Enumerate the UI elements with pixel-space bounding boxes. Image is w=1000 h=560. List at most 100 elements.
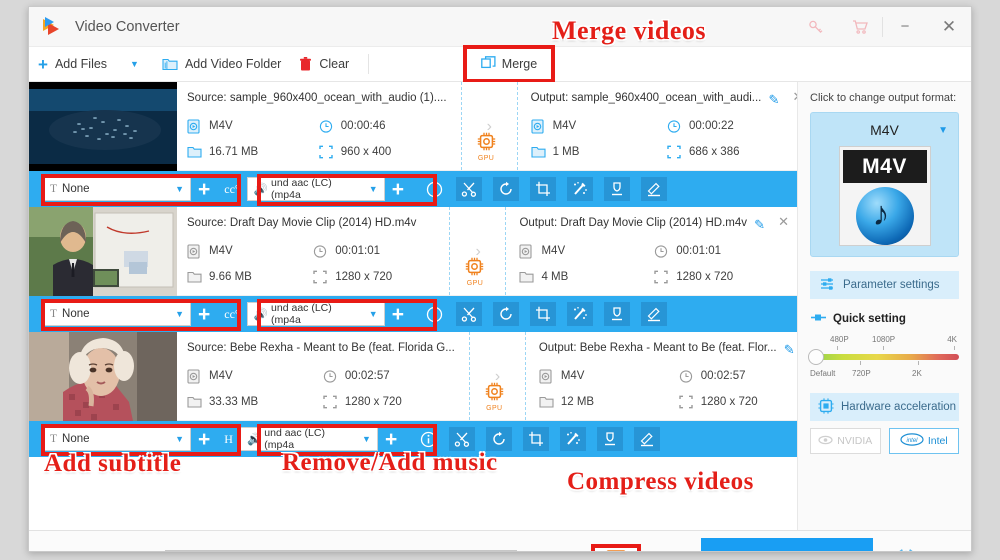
schedule-alarm-icon[interactable]: [895, 547, 917, 551]
cut-icon[interactable]: [455, 177, 482, 201]
subtitle-select[interactable]: T None ▼: [43, 177, 191, 201]
merge-label: Merge: [501, 57, 538, 71]
add-music-button[interactable]: +: [378, 429, 404, 450]
meta-size-value: 16.71 MB: [209, 146, 259, 158]
edit-output-name-icon[interactable]: ✎: [768, 92, 779, 108]
edit-output-name-icon[interactable]: ✎: [754, 217, 765, 233]
cut-icon[interactable]: [449, 427, 476, 451]
meta-size: 1 MB: [531, 139, 667, 165]
output-settings-sidebar: Click to change output format: M4V ▼ M4V…: [797, 82, 971, 530]
source-panel: Source: Draft Day Movie Clip (2014) HD.m…: [177, 207, 447, 295]
meta-duration-value: 00:01:01: [335, 245, 380, 257]
add-subtitle-button[interactable]: +: [191, 179, 217, 200]
subtitle-edit-icon[interactable]: [634, 427, 661, 451]
subtitle-edit-icon[interactable]: [640, 302, 667, 326]
output-folder-input[interactable]: D:\video and audio\movie ▼: [164, 550, 517, 551]
audio-select[interactable]: 🔊 und aac (LC) (mp4a ▼: [246, 177, 385, 201]
file-action-bar: T None ▼ + cc° 🔊 und aac (LC) (mp4a ▼ +: [29, 296, 797, 332]
cc-icon[interactable]: cc°: [217, 307, 246, 322]
add-files-button[interactable]: + Add Files: [29, 47, 116, 81]
meta-size: 12 MB: [539, 389, 679, 415]
output-panel: Output: sample_960x400_ocean_with_audi..…: [521, 82, 812, 170]
add-subtitle-button[interactable]: +: [191, 429, 217, 450]
meta-format-value: M4V: [552, 120, 577, 132]
key-icon[interactable]: [794, 7, 838, 47]
output-panel: Output: Bebe Rexha - Meant to Be (feat. …: [529, 332, 827, 420]
tick-1080p: 1080P: [872, 335, 896, 344]
clear-button[interactable]: Clear: [290, 47, 358, 81]
watermark-icon[interactable]: [603, 177, 630, 201]
browse-folder-icon[interactable]: [529, 550, 551, 552]
meta-duration: 00:01:01: [654, 238, 789, 264]
chevron-down-icon[interactable]: ▼: [938, 125, 948, 136]
effect-icon[interactable]: [566, 302, 593, 326]
meta-resolution-value: 1280 x 720: [344, 396, 402, 408]
add-files-dropdown-icon[interactable]: ▼: [116, 59, 153, 69]
rotate-icon[interactable]: [492, 302, 519, 326]
file-row[interactable]: Source: Draft Day Movie Clip (2014) HD.m…: [29, 207, 797, 296]
meta-format-value: M4V: [209, 370, 233, 382]
meta-duration-value: 00:01:01: [676, 245, 721, 257]
gpu-nvidia-option[interactable]: NVIDIA: [810, 428, 881, 454]
crop-icon[interactable]: [523, 427, 550, 451]
run-button[interactable]: Run: [700, 538, 873, 551]
meta-size-value: 1 MB: [552, 146, 580, 158]
rotate-icon[interactable]: [492, 177, 519, 201]
merge-button[interactable]: Merge: [480, 55, 538, 73]
format-selector[interactable]: M4V ▼: [819, 119, 950, 141]
info-icon[interactable]: [425, 302, 445, 326]
effect-icon[interactable]: [560, 427, 587, 451]
add-video-folder-button[interactable]: Add Video Folder: [153, 47, 290, 81]
effect-icon[interactable]: [566, 177, 593, 201]
file-row[interactable]: Source: sample_960x400_ocean_with_audio …: [29, 82, 803, 171]
parameter-settings-button[interactable]: Parameter settings: [810, 271, 959, 299]
quick-setting-header: Quick setting: [810, 313, 959, 325]
audio-select[interactable]: 🔊 und aac (LC) (mp4a ▼: [239, 427, 378, 451]
cart-icon[interactable]: [838, 7, 882, 47]
format-thumbnail: M4V ♪: [838, 146, 931, 246]
cc-icon[interactable]: cc°: [217, 182, 246, 197]
file-row[interactable]: Source: Bebe Rexha - Meant to Be (feat. …: [29, 332, 819, 421]
edit-output-name-icon[interactable]: ✎: [784, 342, 795, 358]
quality-slider[interactable]: 480P 1080P 4K Default 720P 2K: [808, 335, 959, 381]
add-music-button[interactable]: +: [385, 304, 411, 325]
meta-duration: 00:00:22: [667, 113, 803, 139]
remove-file-button[interactable]: ✕: [778, 214, 789, 230]
compress-videos-button[interactable]: [605, 549, 627, 551]
cut-icon[interactable]: [455, 302, 482, 326]
info-icon[interactable]: [425, 177, 445, 201]
hdr-icon[interactable]: H: [217, 432, 240, 447]
info-icon[interactable]: [418, 427, 438, 451]
quality-ticks-top: 480P 1080P 4K: [810, 335, 959, 346]
minimize-button[interactable]: −: [883, 7, 927, 47]
convert-divider: › GPU: [459, 82, 521, 170]
subtitle-select[interactable]: T None ▼: [43, 427, 191, 451]
compress-button-highlight: [590, 544, 641, 551]
watermark-icon[interactable]: [603, 302, 630, 326]
svg-text:intel: intel: [906, 438, 918, 444]
resolution-icon: [323, 395, 345, 409]
gpu-intel-option[interactable]: intel Intel: [888, 428, 959, 454]
hardware-acceleration-button[interactable]: Hardware acceleration: [810, 393, 959, 421]
subtitle-edit-icon[interactable]: [640, 177, 667, 201]
meta-format-value: M4V: [541, 245, 566, 257]
crop-icon[interactable]: [529, 177, 556, 201]
crop-icon[interactable]: [529, 302, 556, 326]
meta-format-value: M4V: [209, 120, 233, 132]
output-format-card[interactable]: M4V ▼ M4V ♪: [810, 112, 959, 257]
source-panel: Source: Bebe Rexha - Meant to Be (feat. …: [177, 332, 467, 420]
resolution-icon: [667, 145, 689, 159]
audio-select[interactable]: 🔊 und aac (LC) (mp4a ▼: [246, 302, 385, 326]
subtitle-select[interactable]: T None ▼: [43, 302, 191, 326]
add-music-button[interactable]: +: [385, 179, 411, 200]
source-meta: M4V 00:02:57 33.33 MB 1280 x 720: [187, 363, 459, 415]
rotate-icon[interactable]: [486, 427, 513, 451]
clock-icon: [654, 244, 676, 259]
annotation-add-subtitle: Add subtitle: [44, 450, 182, 477]
clock-icon: [667, 119, 689, 134]
output-title: Output: Bebe Rexha - Meant to Be (feat. …: [538, 342, 777, 354]
add-subtitle-button[interactable]: +: [191, 304, 217, 325]
meta-size-value: 33.33 MB: [209, 396, 259, 408]
watermark-icon[interactable]: [597, 427, 624, 451]
close-button[interactable]: ✕: [927, 7, 971, 47]
